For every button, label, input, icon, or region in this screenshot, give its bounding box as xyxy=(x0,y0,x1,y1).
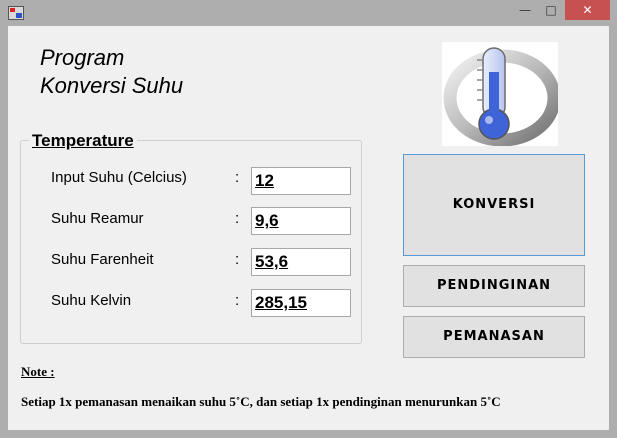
pendinginan-button[interactable]: PENDINGINAN xyxy=(403,265,585,307)
pemanasan-button[interactable]: PEMANASAN xyxy=(403,316,585,358)
program-title-line2: Konversi Suhu xyxy=(40,73,184,98)
label-input-celcius: Input Suhu (Celcius) xyxy=(51,169,187,186)
konversi-button[interactable]: KONVERSI xyxy=(403,154,585,256)
farenheit-field[interactable]: 53,6 xyxy=(251,248,351,276)
app-window: — □ ✕ Program Konversi Suhu Temperature … xyxy=(0,0,617,438)
label-farenheit: Suhu Farenheit xyxy=(51,251,154,268)
thermometer-icon xyxy=(443,47,561,147)
form-client-area: Program Konversi Suhu Temperature Input … xyxy=(8,26,609,430)
input-celcius-field[interactable]: 12 xyxy=(251,167,351,195)
colon-separator: : xyxy=(235,292,240,309)
colon-separator: : xyxy=(235,251,240,268)
program-title-line1: Program xyxy=(40,45,125,70)
close-button[interactable]: ✕ xyxy=(565,0,610,20)
app-icon[interactable] xyxy=(8,6,24,20)
kelvin-field[interactable]: 285,15 xyxy=(251,289,351,317)
groupbox-legend: Temperature xyxy=(29,131,137,151)
title-bar[interactable]: — □ ✕ xyxy=(0,0,617,26)
note-label: Note : xyxy=(21,364,55,379)
thermometer-picture xyxy=(442,42,561,147)
minimize-button[interactable]: — xyxy=(512,0,538,20)
reamur-field[interactable]: 9,6 xyxy=(251,207,351,235)
label-reamur: Suhu Reamur xyxy=(51,210,144,227)
temperature-groupbox: Temperature Input Suhu (Celcius) : 12 Su… xyxy=(20,131,362,344)
label-kelvin: Suhu Kelvin xyxy=(51,292,132,309)
maximize-button[interactable]: □ xyxy=(538,0,564,20)
note-text: Setiap 1x pemanasan menaikan suhu 5˚C, d… xyxy=(21,394,501,409)
program-title: Program Konversi Suhu xyxy=(40,44,183,100)
colon-separator: : xyxy=(235,169,240,186)
colon-separator: : xyxy=(235,210,240,227)
